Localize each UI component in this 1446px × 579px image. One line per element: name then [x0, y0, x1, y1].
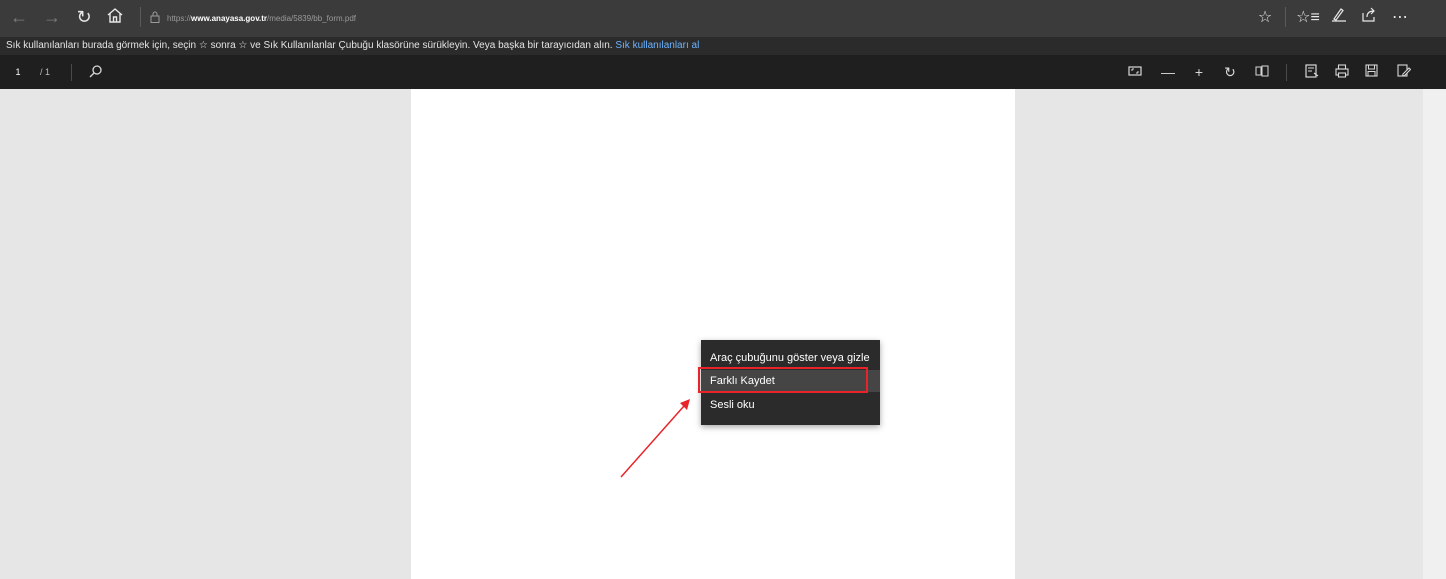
search-button[interactable] [84, 60, 108, 84]
zoom-out-button[interactable]: — [1156, 60, 1180, 84]
context-menu: Araç çubuğunu göster veya gizle Farklı K… [701, 340, 880, 425]
search-icon [89, 64, 103, 81]
arrow-right-icon: → [43, 6, 61, 27]
share-button[interactable] [1355, 2, 1383, 32]
arrow-left-icon: ← [10, 6, 28, 27]
pdf-toolbar: 1 / 1 — + ↻ [0, 55, 1446, 89]
save-as-button[interactable] [1392, 60, 1416, 84]
refresh-button[interactable]: ↻ [71, 2, 97, 32]
vertical-scrollbar[interactable] [1423, 89, 1446, 579]
rotate-button[interactable]: ↻ [1218, 60, 1242, 84]
url-field[interactable]: https://www.anayasa.gov.tr/media/5839/bb… [150, 0, 356, 37]
toolbar-divider [71, 64, 72, 81]
url-domain: www.anayasa.gov.tr [191, 14, 268, 23]
read-aloud-button[interactable] [1300, 60, 1324, 84]
pen-icon [1331, 7, 1347, 27]
favorites-hint-bar: Sık kullanılanları burada görmek için, s… [0, 37, 1446, 55]
save-button[interactable] [1359, 60, 1383, 84]
menu-item-read-aloud[interactable]: Sesli oku [701, 394, 880, 416]
menu-item-save-as[interactable]: Farklı Kaydet [701, 370, 880, 392]
forward-button[interactable]: → [39, 2, 65, 32]
zoom-in-button[interactable]: + [1187, 60, 1211, 84]
rotate-icon: ↻ [1224, 63, 1236, 80]
favorites-icon: ☆≡ [1296, 9, 1320, 26]
print-icon [1335, 63, 1349, 81]
favorites-button[interactable]: ☆≡ [1294, 2, 1322, 32]
import-favorites-link[interactable]: Sık kullanılanları al [615, 40, 699, 51]
fit-page-button[interactable] [1123, 60, 1147, 84]
favorites-hint-text: Sık kullanılanları burada görmek için, s… [6, 40, 613, 51]
pdf-page[interactable] [411, 89, 1015, 579]
toolbar-divider [1285, 7, 1286, 27]
web-notes-button[interactable] [1325, 2, 1353, 32]
home-icon [107, 7, 123, 28]
toolbar-divider [140, 7, 141, 27]
toolbar-divider [1286, 64, 1287, 81]
read-aloud-icon [1305, 63, 1319, 81]
star-icon: ☆ [1257, 9, 1273, 26]
plus-icon: + [1194, 64, 1204, 80]
save-as-icon [1397, 63, 1412, 81]
share-icon [1361, 7, 1377, 27]
home-button[interactable] [102, 2, 128, 32]
fit-page-icon [1128, 64, 1142, 80]
print-button[interactable] [1330, 60, 1354, 84]
page-total: / 1 [40, 67, 51, 77]
back-button[interactable]: ← [6, 2, 32, 32]
more-icon: ⋯ [1392, 9, 1408, 26]
page-number-input[interactable]: 1 [10, 65, 26, 79]
url-path: /media/5839/bb_form.pdf [267, 14, 356, 23]
page-layout-button[interactable] [1250, 60, 1274, 84]
more-button[interactable]: ⋯ [1386, 2, 1414, 32]
page-layout-icon [1255, 64, 1269, 80]
save-icon [1364, 64, 1378, 80]
menu-item-toggle-toolbar[interactable]: Araç çubuğunu göster veya gizle [701, 347, 880, 369]
add-favorite-button[interactable]: ☆ [1251, 2, 1279, 32]
address-bar: ← → ↻ https://www.anayasa.gov.tr/media/5… [0, 0, 1446, 37]
lock-icon [150, 11, 160, 26]
url-scheme: https:// [167, 14, 192, 23]
refresh-icon: ↻ [76, 6, 92, 27]
url-text: https://www.anayasa.gov.tr/media/5839/bb… [167, 14, 356, 23]
minus-icon: — [1161, 64, 1175, 80]
